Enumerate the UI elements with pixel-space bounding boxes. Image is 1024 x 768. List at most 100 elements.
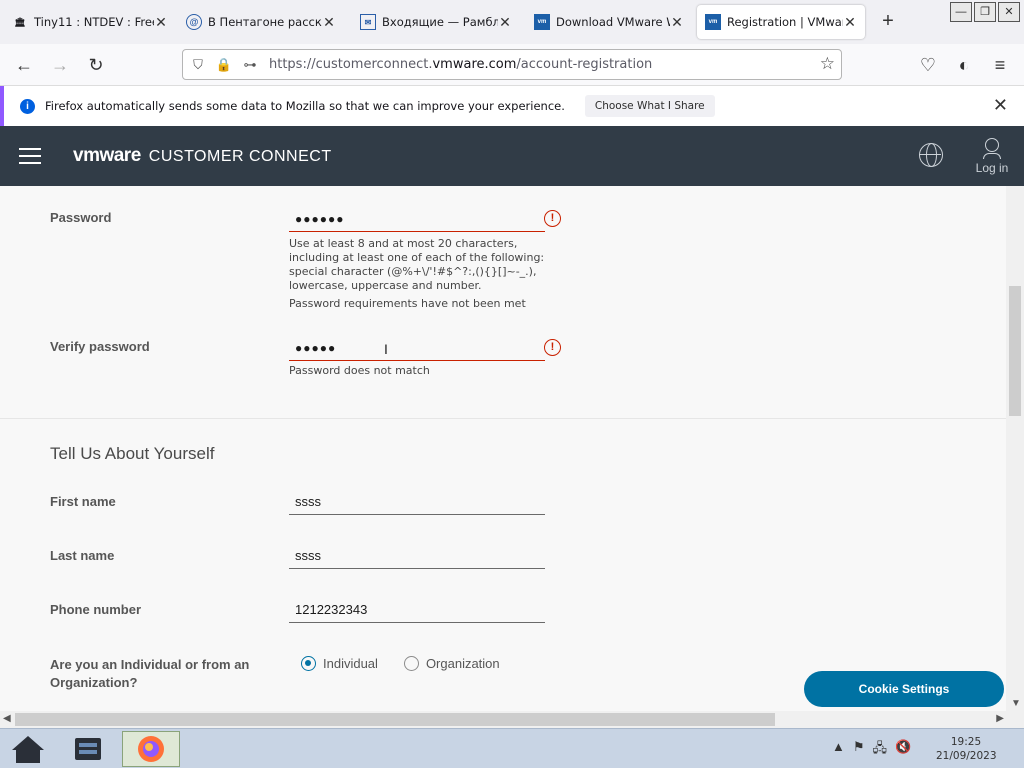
close-tab-icon[interactable]: ✕	[843, 14, 857, 31]
url-text[interactable]: https://customerconnect.vmware.com/accou…	[269, 57, 652, 72]
site-header: vmware CUSTOMER CONNECT Log in	[0, 126, 1024, 186]
login-label: Log in	[975, 161, 1009, 175]
verify-password-field[interactable]: ●●●●●	[289, 335, 545, 361]
close-tab-icon[interactable]: ✕	[154, 14, 168, 31]
vertical-scroll-thumb[interactable]	[1009, 286, 1021, 416]
rambler-icon: @	[186, 14, 202, 30]
flag-icon[interactable]: ⚑	[853, 739, 865, 761]
registration-form: Password ●●●●●● ! Use at least 8 and at …	[0, 186, 1006, 711]
tab-title: Registration | VMware	[727, 15, 843, 29]
phone-number-field[interactable]: 1212232343	[289, 597, 545, 623]
new-tab-button[interactable]: +	[876, 10, 900, 34]
phone-number-label: Phone number	[50, 602, 142, 617]
account-type-label-line: Organization?	[50, 675, 138, 690]
home-icon[interactable]	[4, 731, 52, 767]
tab-tiny11[interactable]: 🏛 Tiny11 : NTDEV : Free D ✕	[4, 5, 176, 39]
close-window-button[interactable]: ✕	[998, 2, 1020, 22]
error-icon: !	[544, 339, 561, 356]
shield-icon[interactable]: ⛉	[187, 57, 209, 73]
password-field[interactable]: ●●●●●●	[289, 206, 545, 232]
system-tray: ▲ ⚑ 🖧 🔇	[832, 739, 911, 761]
vertical-scrollbar[interactable]: ▼	[1006, 186, 1024, 711]
bookmark-star-icon[interactable]: ☆	[820, 54, 835, 74]
restore-button[interactable]: ❐	[974, 2, 996, 22]
close-tab-icon[interactable]: ✕	[498, 14, 512, 31]
taskbar: ▲ ⚑ 🖧 🔇 19:25 21/09/2023	[0, 728, 1024, 768]
individual-label[interactable]: Individual	[323, 656, 378, 671]
permissions-icon[interactable]: ⊶	[239, 57, 261, 73]
verify-password-value: ●●●●●	[295, 341, 337, 355]
menu-icon[interactable]: ≡	[987, 52, 1013, 78]
last-name-label: Last name	[50, 548, 115, 563]
lock-icon[interactable]: 🔒	[213, 57, 235, 73]
nav-bar: ← → ↻ ⛉ 🔒 ⊶ https://customerconnect.vmwa…	[0, 44, 1024, 86]
text-cursor-icon: I	[384, 341, 388, 357]
scroll-left-icon[interactable]: ◀	[3, 713, 11, 724]
clock-time: 19:25	[950, 736, 982, 748]
choose-what-i-share-button[interactable]: Choose What I Share	[584, 95, 715, 117]
hamburger-menu-icon[interactable]	[19, 148, 41, 164]
brand-title: CUSTOMER CONNECT	[148, 148, 332, 165]
tab-download-vmware[interactable]: vm Download VMware Wo ✕	[526, 5, 692, 39]
requirement-line: including at least one of each of the fo…	[289, 251, 545, 264]
requirement-line: special character (@%+\/'!#$^?:,(){}[]~-…	[289, 265, 537, 278]
organization-label[interactable]: Organization	[426, 656, 500, 671]
close-notification-icon[interactable]: ✕	[993, 95, 1008, 116]
tab-inbox[interactable]: ✉ Входящие — Рамблер ✕	[352, 5, 520, 39]
last-name-field[interactable]: ssss	[289, 543, 545, 569]
globe-icon[interactable]	[919, 143, 943, 167]
individual-radio[interactable]	[301, 656, 316, 671]
first-name-field[interactable]: ssss	[289, 489, 545, 515]
url-prefix: https://customerconnect.	[269, 57, 433, 72]
tab-title: Tiny11 : NTDEV : Free D	[34, 15, 154, 29]
telemetry-notification: i Firefox automatically sends some data …	[0, 86, 1024, 126]
cookie-settings-button[interactable]: Cookie Settings	[804, 671, 1004, 707]
scroll-right-icon[interactable]: ▶	[996, 713, 1004, 724]
clock[interactable]: 19:25 21/09/2023	[936, 735, 997, 763]
close-tab-icon[interactable]: ✕	[670, 14, 684, 31]
first-name-label: First name	[50, 494, 116, 509]
verify-password-label: Verify password	[50, 339, 150, 354]
password-value: ●●●●●●	[295, 212, 345, 226]
verify-password-error-message: Password does not match	[289, 364, 430, 377]
info-icon: i	[20, 98, 35, 114]
notification-message: Firefox automatically sends some data to…	[45, 99, 565, 113]
forward-button[interactable]: →	[47, 52, 73, 78]
archive-icon: 🏛	[14, 16, 26, 27]
account-type-label-line: Are you an Individual or from an	[50, 657, 250, 672]
horizontal-scroll-thumb[interactable]	[15, 713, 775, 726]
password-requirements: Use at least 8 and at most 20 characters…	[289, 237, 549, 293]
vmware-icon: vm	[534, 14, 550, 30]
organization-radio[interactable]	[403, 656, 419, 671]
network-icon[interactable]: 🖧	[873, 739, 888, 761]
tray-expand-icon[interactable]: ▲	[832, 739, 845, 761]
url-path: /account-registration	[516, 57, 653, 72]
minimize-button[interactable]: —	[950, 2, 972, 22]
user-icon	[985, 138, 999, 152]
mail-icon: ✉	[360, 14, 376, 30]
volume-muted-icon[interactable]: 🔇	[895, 739, 911, 761]
account-icon[interactable]: ◐	[951, 52, 977, 78]
vmware-logo[interactable]: vmware CUSTOMER CONNECT	[73, 145, 332, 167]
requirement-line: Use at least 8 and at most 20 characters…	[289, 237, 518, 250]
url-bar[interactable]: ⛉ 🔒 ⊶ https://customerconnect.vmware.com…	[182, 49, 842, 80]
close-tab-icon[interactable]: ✕	[322, 14, 336, 31]
firefox-taskbar-icon[interactable]	[122, 731, 180, 767]
account-type-label: Are you an Individual or from an Organiz…	[50, 656, 249, 692]
horizontal-scrollbar[interactable]: ◀ ▶	[0, 711, 1024, 728]
url-domain: vmware.com	[432, 57, 517, 72]
reload-button[interactable]: ↻	[83, 52, 109, 78]
scroll-down-icon[interactable]: ▼	[1011, 698, 1021, 709]
tab-title: В Пентагоне рассказа	[208, 15, 322, 29]
file-manager-icon[interactable]	[64, 731, 112, 767]
window-controls: — ❐ ✕	[950, 2, 1020, 22]
tab-pentagon[interactable]: @ В Пентагоне рассказа ✕	[178, 5, 344, 39]
pocket-icon[interactable]: ♡	[915, 52, 941, 78]
login-button[interactable]: Log in	[972, 136, 1012, 175]
brand-vmware: vmware	[73, 145, 141, 166]
password-label: Password	[50, 210, 112, 225]
tab-title: Входящие — Рамблер	[382, 15, 498, 29]
tab-registration[interactable]: vm Registration | VMware ✕	[697, 5, 865, 39]
back-button[interactable]: ←	[11, 52, 37, 78]
section-title: Tell Us About Yourself	[50, 444, 215, 463]
